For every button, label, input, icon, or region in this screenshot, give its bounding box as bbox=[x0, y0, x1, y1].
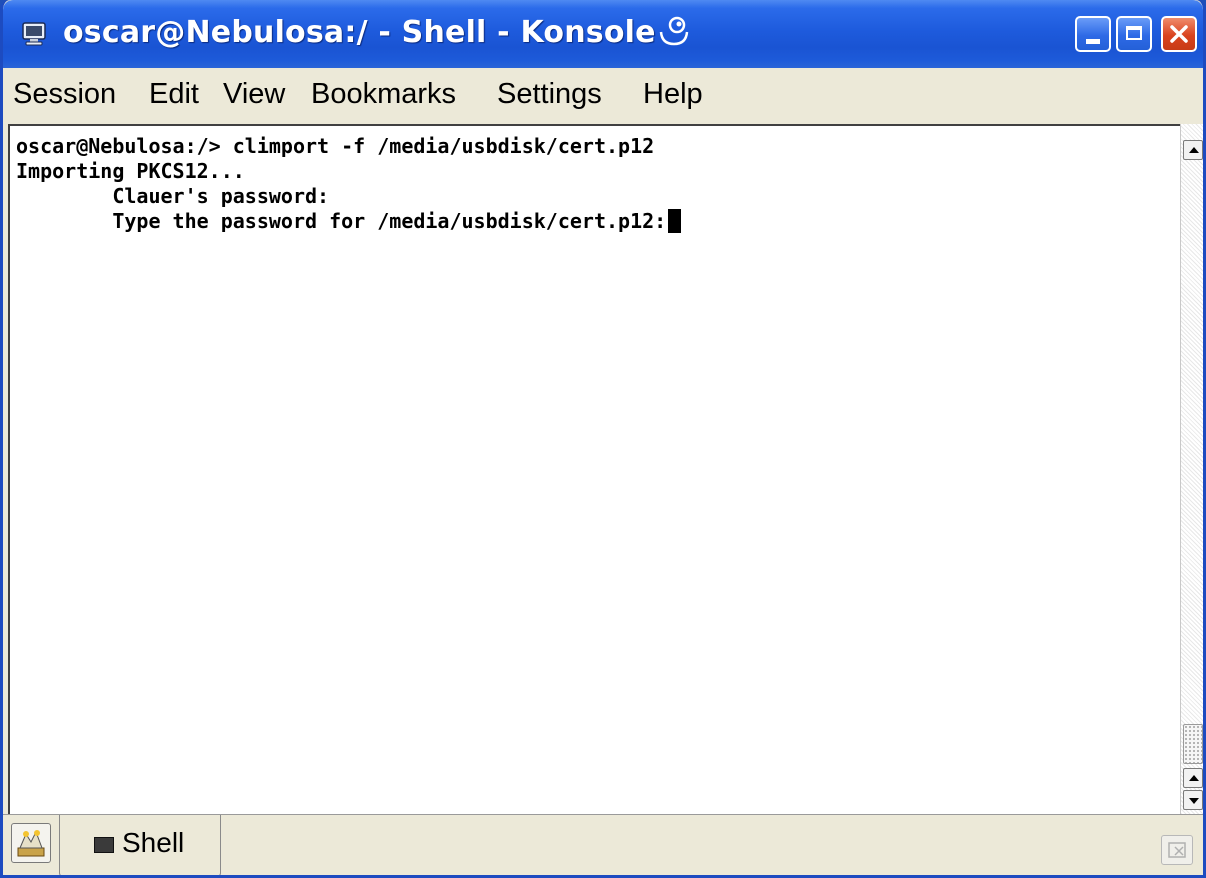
terminal-line: Type the password for /media/usbdisk/cer… bbox=[16, 209, 682, 233]
minimize-icon bbox=[1086, 39, 1100, 44]
close-session-icon bbox=[1168, 842, 1186, 858]
menu-edit[interactable]: Edit bbox=[149, 78, 199, 111]
close-session-button[interactable] bbox=[1161, 835, 1193, 865]
terminal-line-text: oscar@Nebulosa:/> climport -f /media/usb… bbox=[16, 134, 655, 158]
scrollbar-thumb[interactable] bbox=[1183, 724, 1203, 764]
terminal-icon bbox=[94, 837, 114, 853]
menu-bar: Session Edit View Bookmarks Settings Hel… bbox=[3, 68, 1203, 120]
tab-shell[interactable]: Shell bbox=[59, 815, 221, 875]
maximize-icon bbox=[1126, 26, 1142, 40]
terminal-line-text: Clauer's password: bbox=[16, 184, 330, 208]
window-title: oscar@Nebulosa:/ - Shell - Konsole bbox=[63, 14, 690, 50]
title-bar[interactable]: oscar@Nebulosa:/ - Shell - Konsole bbox=[3, 0, 1203, 68]
terminal-line-text: Type the password for /media/usbdisk/cer… bbox=[16, 209, 667, 233]
scroll-up-button[interactable] bbox=[1183, 140, 1203, 160]
terminal-line: Clauer's password: bbox=[16, 184, 329, 208]
scroll-down-button[interactable] bbox=[1183, 790, 1203, 810]
session-tab-bar: Shell bbox=[3, 814, 1203, 875]
menu-session[interactable]: Session bbox=[13, 78, 116, 111]
new-session-icon bbox=[17, 830, 45, 857]
arrow-down-icon bbox=[1189, 798, 1199, 804]
new-session-button[interactable] bbox=[11, 823, 51, 863]
close-icon bbox=[1170, 25, 1188, 43]
terminal-output[interactable]: oscar@Nebulosa:/> climport -f /media/usb… bbox=[8, 124, 1180, 814]
maximize-button[interactable] bbox=[1116, 16, 1152, 52]
tab-shell-label: Shell bbox=[122, 827, 185, 858]
arrow-up-icon bbox=[1189, 147, 1199, 153]
menu-bookmarks[interactable]: Bookmarks bbox=[311, 78, 456, 111]
menu-help[interactable]: Help bbox=[643, 78, 703, 111]
menu-settings[interactable]: Settings bbox=[497, 78, 602, 111]
suse-logo-icon bbox=[659, 16, 688, 46]
scroll-up-button-lower[interactable] bbox=[1183, 768, 1203, 788]
close-button[interactable] bbox=[1161, 16, 1197, 52]
window-title-text: oscar@Nebulosa:/ - Shell - Konsole bbox=[63, 15, 656, 50]
terminal-line: Importing PKCS12... bbox=[16, 159, 245, 183]
menu-view[interactable]: View bbox=[223, 78, 285, 111]
terminal-line-text: Importing PKCS12... bbox=[16, 159, 245, 183]
text-cursor bbox=[668, 209, 682, 233]
vertical-scrollbar[interactable] bbox=[1180, 124, 1203, 814]
minimize-button[interactable] bbox=[1075, 16, 1111, 52]
monitor-icon bbox=[22, 22, 46, 46]
konsole-window: oscar@Nebulosa:/ - Shell - Konsole Sessi… bbox=[0, 0, 1206, 878]
terminal-line: oscar@Nebulosa:/> climport -f /media/usb… bbox=[16, 134, 654, 158]
arrow-up-icon bbox=[1189, 775, 1199, 781]
